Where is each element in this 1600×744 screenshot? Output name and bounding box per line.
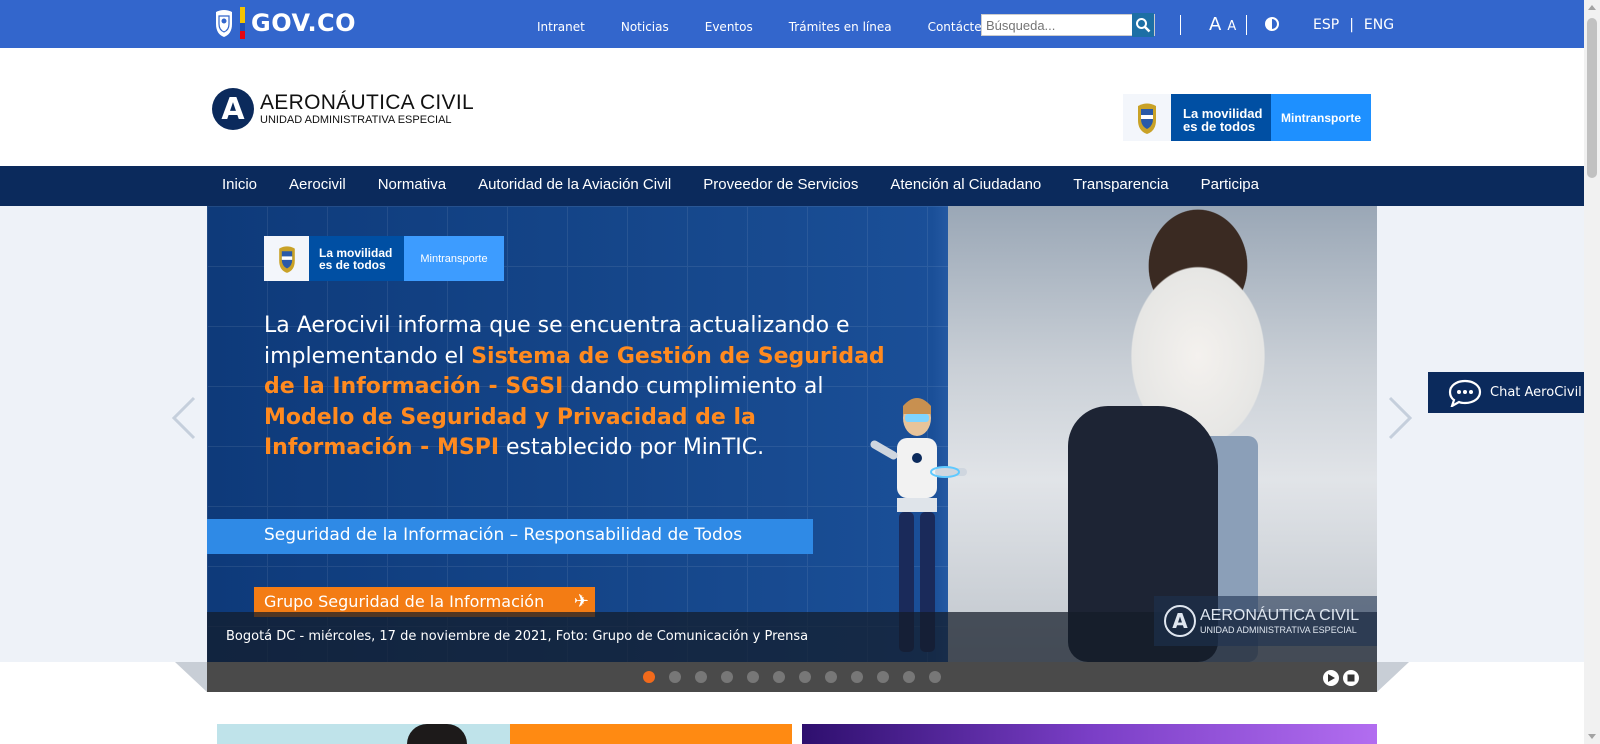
aerocivil-emblem-icon: A [1164, 605, 1196, 637]
govco-logo[interactable]: GOV.CO [212, 7, 356, 39]
slide-watermark-logo: A AERONÁUTICA CIVIL UNIDAD ADMINISTRATIV… [1154, 596, 1377, 646]
carousel-dot[interactable] [799, 671, 811, 683]
lang-separator: | [1349, 17, 1354, 33]
carousel-dot[interactable] [851, 671, 863, 683]
divider [1246, 15, 1247, 35]
govco-top-bar: GOV.CO Intranet Noticias Eventos Trámite… [0, 0, 1584, 48]
slide-tagline-strip: Seguridad de la Información – Responsabi… [207, 519, 813, 554]
nav-item-inicio[interactable]: Inicio [222, 176, 257, 193]
stop-icon [1347, 674, 1355, 682]
nav-item-proveedor[interactable]: Proveedor de Servicios [703, 176, 858, 193]
carousel-dot[interactable] [929, 671, 941, 683]
nav-item-atencion[interactable]: Atención al Ciudadano [890, 176, 1041, 193]
news-card[interactable] [217, 724, 792, 744]
colombia-crest-icon [1123, 94, 1171, 141]
font-decrease-button[interactable]: A [1227, 19, 1236, 34]
govco-brand: GOV.CO [251, 9, 357, 37]
link-intranet[interactable]: Intranet [537, 20, 585, 34]
carousel-dot[interactable] [669, 671, 681, 683]
org-subtitle: UNIDAD ADMINISTRATIVA ESPECIAL [260, 114, 452, 126]
search-form [981, 13, 1155, 37]
org-name: AERONÁUTICA CIVIL [260, 91, 474, 114]
slide-headline: La Aerocivil informa que se encuentra ac… [264, 313, 885, 460]
carousel-dots [643, 671, 955, 683]
carousel-stop-button[interactable] [1343, 670, 1359, 686]
slide-caption: Bogotá DC - miércoles, 17 de noviembre d… [226, 629, 809, 644]
search-button[interactable] [1132, 13, 1154, 37]
divider [1180, 15, 1181, 35]
nav-item-aerocivil[interactable]: Aerocivil [289, 176, 346, 193]
govco-links: Intranet Noticias Eventos Trámites en lí… [537, 20, 1039, 34]
carousel-dot[interactable] [773, 671, 785, 683]
carousel-next-arrow-icon[interactable] [1384, 396, 1414, 440]
carousel-dot[interactable] [903, 671, 915, 683]
colombia-crest-icon [264, 236, 309, 281]
contrast-icon[interactable] [1265, 17, 1279, 31]
link-tramites[interactable]: Trámites en línea [789, 20, 892, 34]
movilidad-text: La movilidad es de todos [1171, 94, 1271, 141]
carousel-dot[interactable] [877, 671, 889, 683]
link-noticias[interactable]: Noticias [621, 20, 669, 34]
site-header: A AERONÁUTICA CIVIL UNIDAD ADMINISTRATIV… [0, 48, 1584, 166]
slide-photo [948, 206, 1377, 662]
lang-eng-link[interactable]: ENG [1364, 17, 1394, 33]
carousel-play-button[interactable] [1323, 670, 1339, 686]
lang-esp-link[interactable]: ESP [1313, 17, 1339, 33]
main-navigation: Inicio Aerocivil Normativa Autoridad de … [0, 166, 1584, 206]
ribbon-fold-left [175, 662, 207, 692]
link-eventos[interactable]: Eventos [705, 20, 753, 34]
nav-item-autoridad[interactable]: Autoridad de la Aviación Civil [478, 176, 671, 193]
slide-movilidad-text: La movilidad es de todos [309, 236, 404, 281]
aerocivil-logo[interactable]: A AERONÁUTICA CIVIL UNIDAD ADMINISTRATIV… [212, 88, 474, 130]
airplane-icon: ✈ [573, 591, 589, 612]
ribbon-fold-right [1377, 662, 1409, 692]
carousel-dot[interactable] [825, 671, 837, 683]
search-icon [1136, 18, 1151, 33]
carousel-dot[interactable] [747, 671, 759, 683]
scrollbar-thumb[interactable] [1587, 18, 1597, 178]
nav-item-participa[interactable]: Participa [1201, 176, 1259, 193]
chat-aerocivil-button[interactable]: Chat AeroCivil [1428, 372, 1600, 413]
colombia-crest-icon [216, 10, 232, 37]
search-input[interactable] [982, 15, 1132, 35]
chat-label: Chat AeroCivil [1490, 385, 1582, 400]
carousel-dot[interactable] [695, 671, 707, 683]
scroll-up-arrow-icon[interactable] [1588, 5, 1596, 10]
font-increase-button[interactable]: A [1209, 14, 1221, 35]
carousel-dot[interactable] [643, 671, 655, 683]
carousel-controls [207, 662, 1377, 692]
language-switcher: ESP | ENG [1308, 17, 1399, 33]
play-icon [1328, 674, 1335, 682]
colombia-flag-stripe [240, 7, 245, 39]
nav-item-transparencia[interactable]: Transparencia [1073, 176, 1168, 193]
chat-bubble-icon [1448, 379, 1482, 407]
carousel-slide[interactable]: La movilidad es de todos Mintransporte L… [207, 206, 1377, 662]
page-scrollbar[interactable] [1584, 0, 1600, 744]
nav-item-normativa[interactable]: Normativa [378, 176, 446, 193]
slide-mintransporte-badge: La movilidad es de todos Mintransporte [264, 236, 504, 281]
carousel-prev-arrow-icon[interactable] [170, 396, 200, 440]
news-card[interactable] [802, 724, 1377, 744]
font-size-controls: A A [1209, 14, 1236, 35]
aerocivil-emblem-icon: A [212, 88, 254, 130]
carousel-dot[interactable] [721, 671, 733, 683]
scroll-down-arrow-icon[interactable] [1588, 734, 1596, 739]
ministry-text: Mintransporte [1271, 94, 1371, 141]
slide-ministry-text: Mintransporte [404, 236, 504, 281]
mintransporte-banner[interactable]: La movilidad es de todos Mintransporte [1123, 94, 1371, 141]
